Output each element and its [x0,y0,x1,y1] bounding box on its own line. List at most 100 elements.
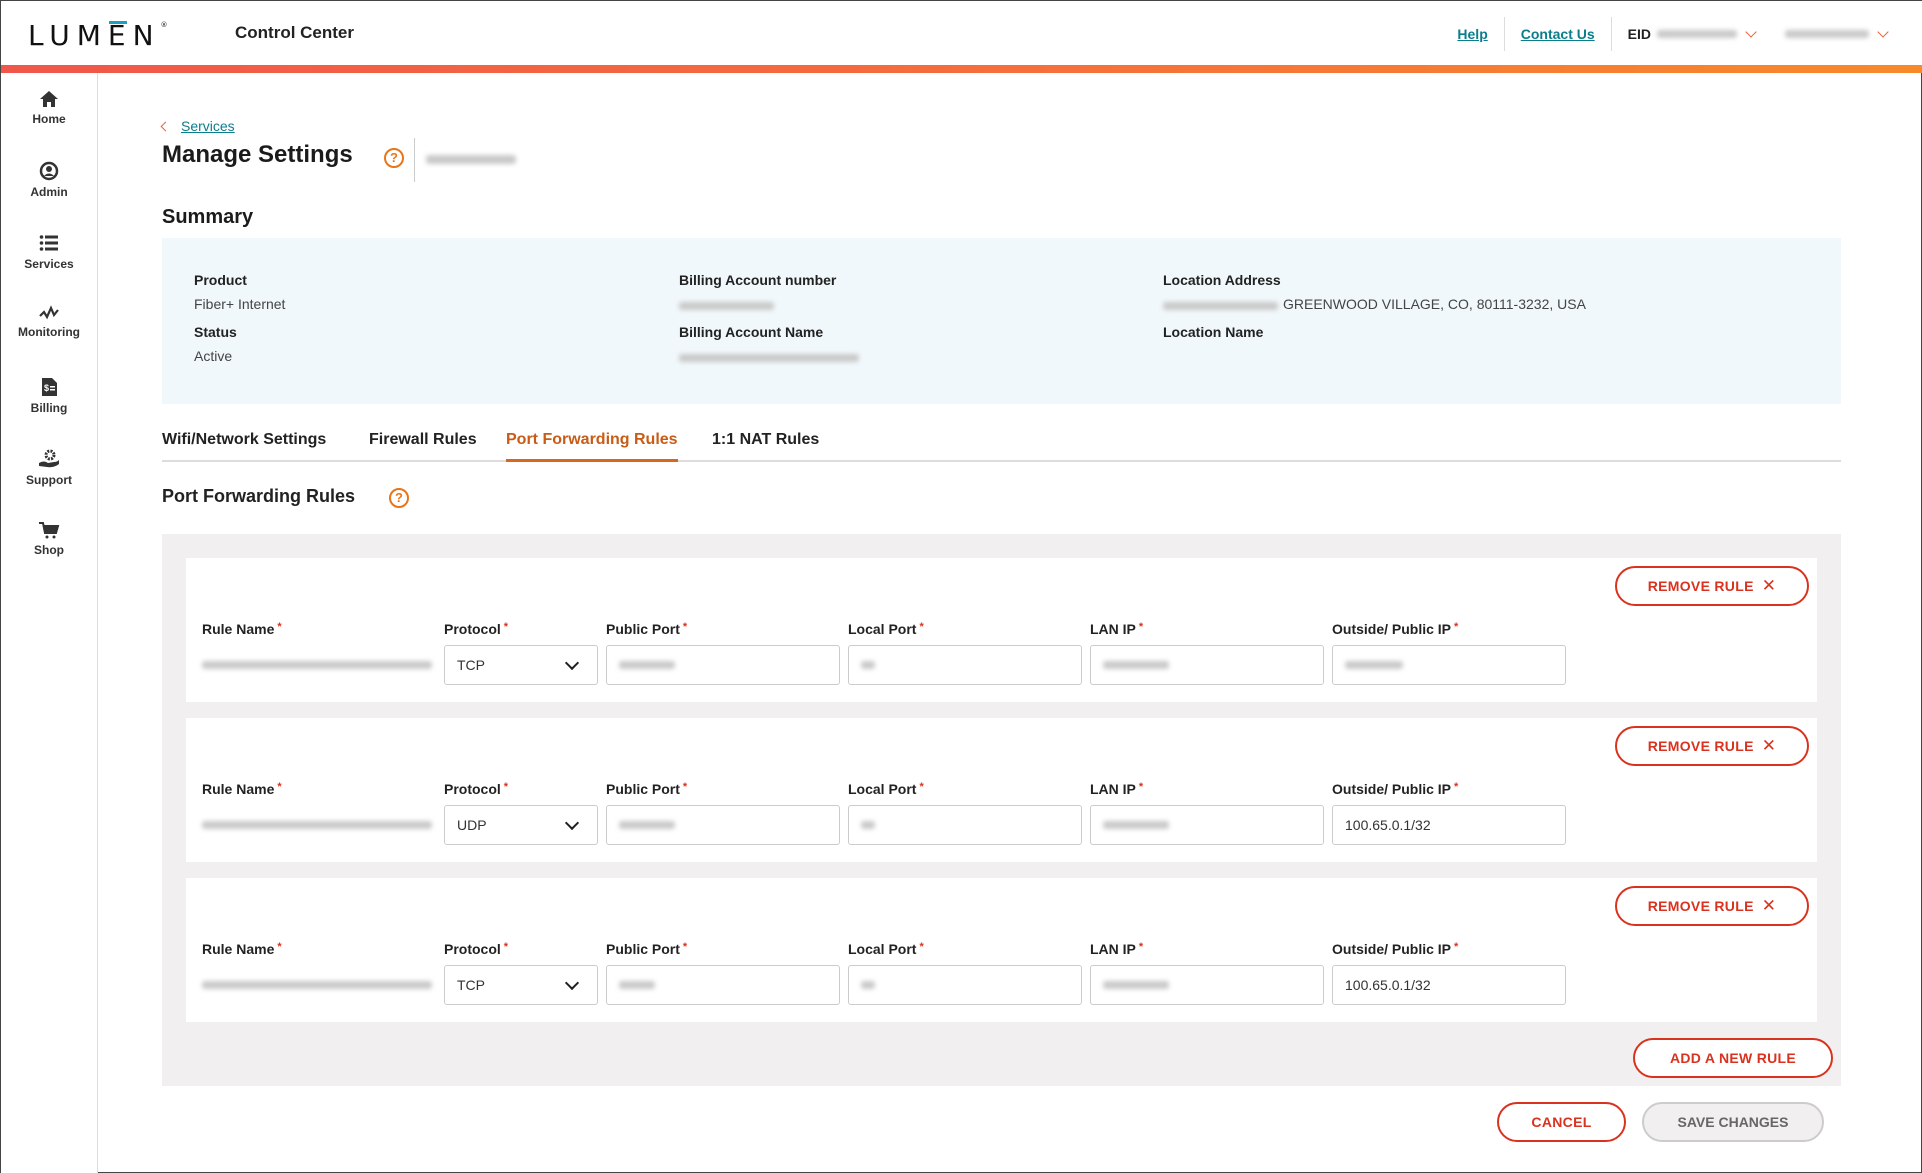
product-label: Product [194,272,247,288]
close-icon: ✕ [1761,736,1777,755]
sidebar-item-services[interactable]: Services [1,233,97,271]
lan-ip-input[interactable] [1090,805,1324,845]
help-icon[interactable]: ? [384,148,404,168]
location-name-label: Location Name [1163,324,1264,340]
user-menu[interactable] [1779,26,1922,40]
chevron-down-icon [564,975,580,991]
local-port-label: Local Port * [848,941,924,957]
contact-us-link[interactable]: Contact Us [1505,17,1611,51]
location-address-label: Location Address [1163,272,1281,288]
invoice-icon: $ [42,378,57,396]
remove-rule-button[interactable]: REMOVE RULE ✕ [1615,726,1809,766]
product-value: Fiber+ Internet [194,296,286,312]
protocol-select[interactable]: UDP [444,805,598,845]
sidebar-item-monitoring[interactable]: Monitoring [1,305,97,339]
protocol-label: Protocol * [444,941,509,957]
sidebar-item-support[interactable]: Support [1,449,97,487]
outside-ip-input[interactable] [1332,645,1566,685]
outside-ip-value: 100.65.0.1/32 [1345,817,1431,833]
help-icon[interactable]: ? [389,488,409,508]
remove-rule-label: REMOVE RULE [1647,578,1754,594]
public-port-input[interactable] [606,965,840,1005]
billing-number-redacted [679,302,774,310]
eid-value-redacted [1657,30,1737,38]
add-new-rule-button[interactable]: ADD A NEW RULE [1633,1038,1833,1078]
rule-card: REMOVE RULE ✕ Rule Name * Protocol * TCP Pu… [186,558,1817,702]
outside-ip-input[interactable]: 100.65.0.1/32 [1332,805,1566,845]
billing-name-label: Billing Account Name [679,324,824,340]
summary-heading: Summary [162,206,254,228]
support-hand-gear-icon [39,449,59,468]
sidebar-item-admin[interactable]: Admin [1,161,97,199]
rule-card: REMOVE RULE ✕ Rule Name * Protocol * UDP Pu… [186,718,1817,862]
summary-panel: Product Fiber+ Internet Status Active Bi… [162,238,1841,404]
protocol-value: TCP [457,977,485,993]
protocol-select[interactable]: TCP [444,645,598,685]
eid-selector[interactable]: EID [1612,26,1779,42]
chevron-down-icon [1877,26,1889,38]
lan-ip-input[interactable] [1090,645,1324,685]
remove-rule-button[interactable]: REMOVE RULE ✕ [1615,566,1809,606]
rule-name-value-redacted [202,981,432,989]
outside-ip-value: 100.65.0.1/32 [1345,977,1431,993]
tab-wifi-network-settings[interactable]: Wifi/Network Settings [162,431,326,462]
local-port-input[interactable] [848,645,1082,685]
sidebar-item-label: Support [26,473,72,487]
sidebar-item-label: Monitoring [18,325,80,339]
outside-ip-label: Outside/ Public IP * [1332,781,1459,797]
close-icon: ✕ [1761,896,1777,915]
chevron-down-icon [564,815,580,831]
cart-icon [39,522,60,539]
protocol-value: TCP [457,657,485,673]
tab-nat-rules[interactable]: 1:1 NAT Rules [712,431,819,462]
help-link[interactable]: Help [1441,17,1503,51]
local-port-input[interactable] [848,805,1082,845]
sidebar-item-label: Home [32,112,66,126]
port-forwarding-rules-container: REMOVE RULE ✕ Rule Name * Protocol * TCP Pu… [162,534,1841,1086]
rule-card: REMOVE RULE ✕ Rule Name * Protocol * TCP Pu… [186,878,1817,1022]
cancel-button[interactable]: CANCEL [1497,1102,1626,1142]
protocol-label: Protocol * [444,621,509,637]
top-header: LUMEN® Control Center Help Contact Us EI… [1,1,1922,65]
remove-rule-button[interactable]: REMOVE RULE ✕ [1615,886,1809,926]
breadcrumb-services-link[interactable]: Services [181,118,235,134]
user-circle-icon [39,161,59,181]
sidebar-item-billing[interactable]: $ Billing [1,377,97,415]
page-title: Manage Settings [162,141,353,168]
chevron-left-icon [160,121,171,131]
public-port-label: Public Port * [606,941,688,957]
public-port-input[interactable] [606,805,840,845]
street-redacted [1163,302,1278,310]
pulse-icon [39,305,59,320]
sidebar-item-label: Billing [30,401,68,415]
sidebar-item-label: Admin [30,185,68,199]
save-changes-button[interactable]: SAVE CHANGES [1642,1102,1824,1142]
sidebar-item-home[interactable]: Home [1,90,97,126]
lumen-logo[interactable]: LUMEN® [28,19,168,52]
status-value: Active [194,348,233,364]
sidebar-item-shop[interactable]: Shop [1,521,97,557]
tab-port-forwarding-rules[interactable]: Port Forwarding Rules [506,431,678,462]
lan-ip-label: LAN IP * [1090,621,1144,637]
remove-rule-label: REMOVE RULE [1647,898,1754,914]
public-port-input[interactable] [606,645,840,685]
app-title: Control Center [235,23,354,42]
lan-ip-input[interactable] [1090,965,1324,1005]
rule-name-label: Rule Name * [202,941,282,957]
sidebar-item-label: Shop [34,543,64,557]
outside-ip-input[interactable]: 100.65.0.1/32 [1332,965,1566,1005]
billing-number-label: Billing Account number [679,272,837,288]
divider [414,138,415,182]
sidebar-item-label: Services [24,257,74,271]
sidebar: Home Admin Services Monitoring $ Billing… [1,73,98,1173]
local-port-input[interactable] [848,965,1082,1005]
billing-name-redacted [679,354,859,362]
section-heading: Port Forwarding Rules [162,486,356,506]
protocol-select[interactable]: TCP [444,965,598,1005]
tab-firewall-rules[interactable]: Firewall Rules [369,431,477,462]
public-port-label: Public Port * [606,781,688,797]
outside-ip-label: Outside/ Public IP * [1332,621,1459,637]
breadcrumb: Services [160,118,235,134]
public-port-label: Public Port * [606,621,688,637]
list-icon [39,235,58,251]
